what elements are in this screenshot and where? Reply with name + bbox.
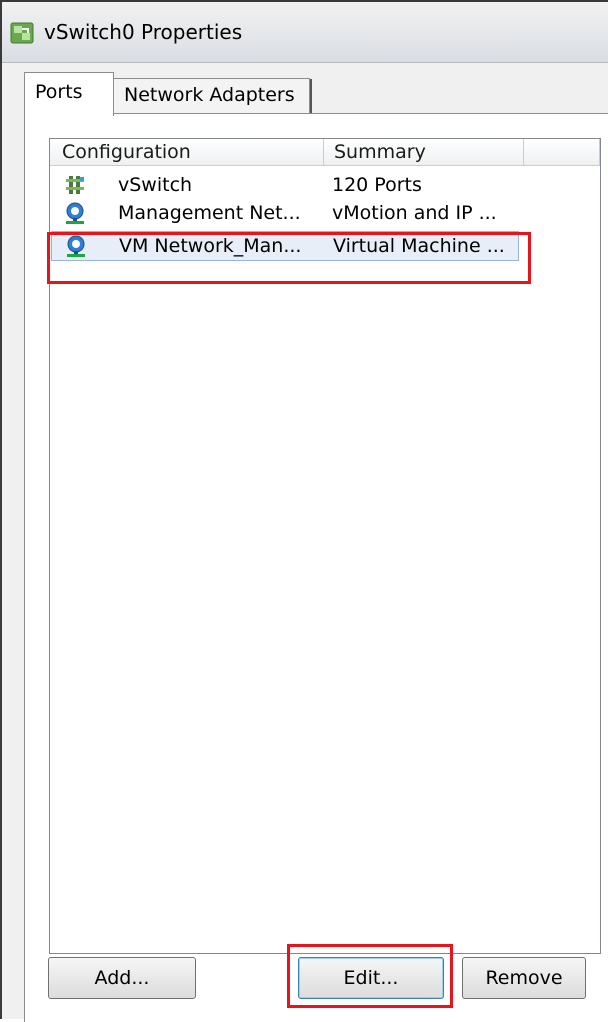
portgroup-icon	[64, 201, 86, 225]
vswitch-app-icon	[10, 22, 34, 44]
portgroup-icon	[65, 234, 87, 258]
column-header-empty	[524, 139, 600, 165]
list-item[interactable]: Management Net... vMotion and IP ...	[50, 199, 520, 227]
title-bar[interactable]: vSwitch0 Properties	[2, 2, 608, 63]
list-item-selected[interactable]: VM Network_Man... Virtual Machine ...	[51, 231, 519, 261]
vswitch-icon	[64, 173, 86, 197]
remove-button[interactable]: Remove	[462, 957, 586, 999]
row-configuration: vSwitch	[118, 174, 193, 196]
row-configuration: Management Net...	[118, 202, 301, 224]
row-summary: 120 Ports	[332, 174, 422, 196]
add-button[interactable]: Add...	[48, 957, 196, 999]
properties-window: vSwitch0 Properties Ports Network Adapte…	[0, 0, 608, 1022]
column-header-summary[interactable]: Summary	[324, 139, 524, 165]
row-configuration: VM Network_Man...	[119, 235, 302, 257]
list-header: Configuration Summary	[50, 139, 600, 166]
edit-button[interactable]: Edit...	[298, 957, 444, 999]
port-list[interactable]: Configuration Summary vSwitch 120 Ports	[49, 138, 601, 954]
tab-ports[interactable]: Ports	[24, 72, 114, 116]
row-summary: Virtual Machine ...	[333, 235, 505, 257]
row-summary: vMotion and IP ...	[332, 202, 497, 224]
column-header-configuration[interactable]: Configuration	[50, 139, 324, 165]
ports-panel: Configuration Summary vSwitch 120 Ports	[24, 113, 608, 1022]
list-item[interactable]: vSwitch 120 Ports	[50, 171, 520, 199]
window-title: vSwitch0 Properties	[44, 20, 243, 44]
tab-network-adapters[interactable]: Network Adapters	[114, 78, 312, 115]
